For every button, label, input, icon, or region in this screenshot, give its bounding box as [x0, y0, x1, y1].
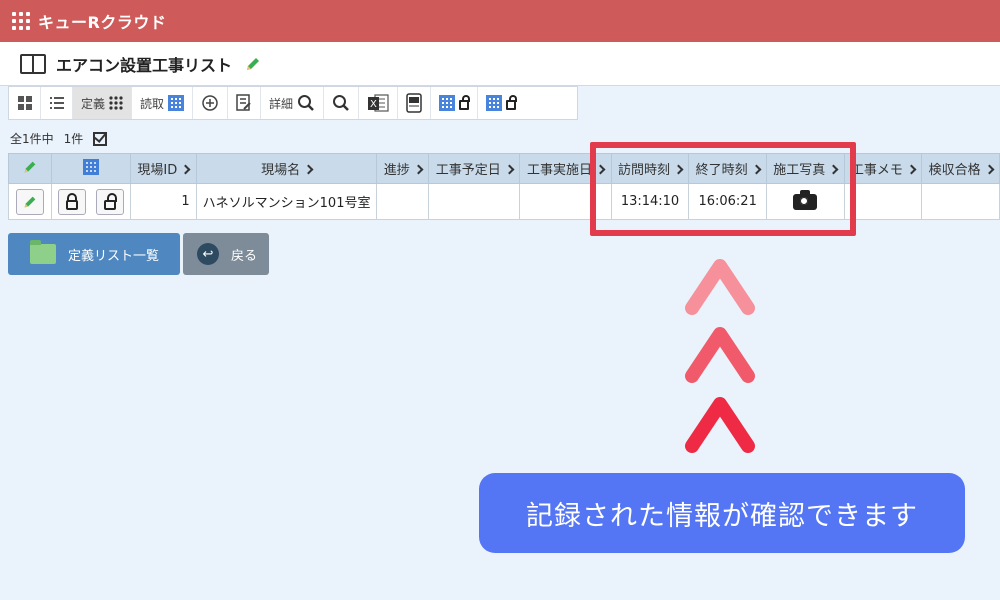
chevron-up-icon — [685, 259, 755, 315]
definition-list-label: 定義リスト一覧 — [68, 248, 160, 264]
planned-date-cell — [428, 183, 521, 220]
qr-column-header — [50, 153, 132, 184]
list-view-button[interactable] — [41, 87, 73, 119]
back-arrow-icon: ↩ — [197, 243, 219, 265]
count-summary: 全1件中 1件 — [10, 130, 108, 147]
edit-list-button[interactable] — [228, 87, 262, 119]
chevron-right-icon — [906, 164, 917, 175]
site-id-cell: 1 — [130, 183, 197, 220]
qr-lock-button-2[interactable] — [478, 87, 524, 119]
scan-label: 読取 — [140, 96, 165, 111]
total-count: 全1件中 — [10, 132, 54, 146]
edit-column-header — [8, 153, 52, 184]
column-header-label: 現場名 — [261, 163, 301, 178]
app-menu-icon[interactable] — [12, 12, 30, 30]
lock-icon — [104, 192, 118, 210]
search-icon — [298, 95, 314, 111]
column-header-label: 工事予定日 — [435, 163, 501, 178]
lock-icon — [506, 95, 518, 110]
accept-cell — [921, 183, 1000, 220]
add-comment-icon — [202, 95, 218, 111]
definition-list-button[interactable]: 定義リスト一覧 — [8, 233, 180, 275]
folder-icon — [30, 240, 56, 264]
edit-cell — [8, 183, 52, 220]
progress-cell — [376, 183, 430, 220]
app-header: キューRクラウド — [0, 0, 1000, 42]
column-header[interactable]: 進捗 — [376, 153, 430, 184]
edit-row-button[interactable] — [15, 188, 44, 215]
page-title: エアコン設置工事リスト — [56, 55, 233, 75]
toolbar: 定義 読取 詳細 X — [8, 86, 578, 120]
unlock-icon — [65, 192, 78, 210]
lock-button[interactable] — [96, 188, 125, 215]
lock-cell — [50, 183, 132, 220]
magnifier-icon — [333, 95, 349, 111]
edit-pencil-icon — [24, 196, 36, 207]
column-header-label: 現場ID — [137, 163, 178, 178]
selected-count: 1件 — [63, 132, 84, 146]
search-button[interactable] — [324, 87, 360, 119]
column-header-label: 工事メモ — [850, 163, 903, 178]
excel-icon: X — [368, 94, 389, 112]
add-button[interactable] — [193, 87, 229, 119]
page-header: エアコン設置工事リスト — [0, 42, 1000, 86]
qr-code-icon — [439, 95, 456, 111]
chevron-up-icon — [685, 397, 755, 453]
dots-grid-icon — [109, 96, 123, 110]
grid-view-icon — [17, 96, 32, 110]
chevron-right-icon — [180, 164, 191, 175]
chevron-up-icon — [685, 327, 755, 383]
chevron-right-icon — [413, 164, 424, 175]
svg-text:X: X — [370, 99, 377, 110]
app-title: キューRクラウド — [38, 13, 167, 32]
column-header-label: 検収合格 — [928, 163, 981, 178]
qr-code-icon — [82, 158, 99, 175]
definition-label: 定義 — [81, 96, 106, 111]
edit-pencil-icon — [24, 161, 36, 172]
excel-export-button[interactable]: X — [359, 87, 399, 119]
csv-file-icon — [406, 93, 422, 113]
unlock-button[interactable] — [57, 188, 86, 215]
back-label: 戻る — [231, 248, 258, 264]
column-header[interactable]: 現場名 — [195, 153, 378, 184]
detail-label: 詳細 — [269, 96, 294, 111]
qr-code-icon — [168, 95, 185, 111]
qr-code-icon — [486, 95, 503, 111]
column-header[interactable]: 現場ID — [130, 153, 197, 184]
csv-export-button[interactable] — [398, 87, 432, 119]
chevron-right-icon — [984, 164, 995, 175]
select-all-checkbox[interactable] — [93, 131, 108, 146]
scan-button[interactable]: 読取 — [132, 87, 194, 119]
column-header[interactable]: 工事予定日 — [428, 153, 521, 184]
column-header-label: 進捗 — [383, 163, 410, 178]
list-view-icon — [49, 97, 64, 109]
chevron-right-icon — [303, 164, 314, 175]
edit-pencil-icon[interactable] — [244, 55, 262, 73]
detail-button[interactable]: 詳細 — [261, 87, 325, 119]
checklist-edit-icon — [236, 94, 251, 111]
lock-icon — [459, 95, 471, 110]
qr-lock-button[interactable] — [431, 87, 479, 119]
definition-button[interactable]: 定義 — [73, 87, 133, 119]
column-header[interactable]: 検収合格 — [921, 153, 1000, 184]
column-header-label: 工事実施日 — [527, 163, 593, 178]
annotation-message: 記録された情報が確認できます — [479, 473, 965, 553]
back-button[interactable]: ↩ 戻る — [183, 233, 269, 275]
highlight-box — [590, 142, 856, 236]
site-name-cell[interactable]: ハネソルマンション101号室 — [195, 183, 378, 220]
book-icon — [20, 53, 46, 74]
grid-view-button[interactable] — [9, 87, 41, 119]
chevron-right-icon — [504, 164, 515, 175]
